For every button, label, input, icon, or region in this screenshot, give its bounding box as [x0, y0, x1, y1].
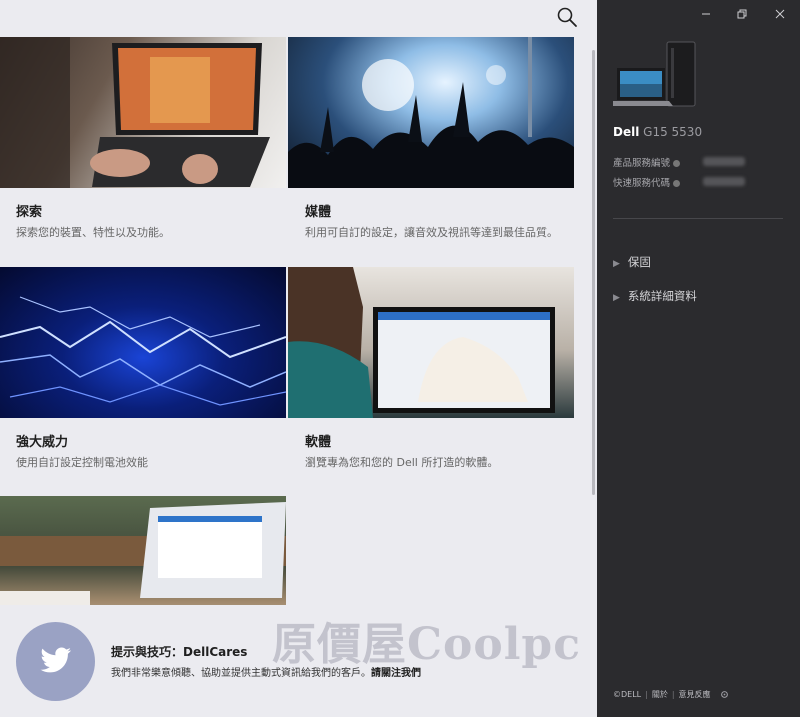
tips-title: 提示與技巧：DellCares — [111, 645, 248, 659]
card-title: 強大威力 — [16, 435, 69, 450]
twitter-button[interactable] — [16, 622, 95, 701]
card-title: 探索 — [16, 205, 43, 220]
watermark: 原價屋Coolpc — [272, 619, 581, 670]
sidebar-item-warranty[interactable]: ▶ 保固 — [613, 254, 651, 270]
tips-bar: 原價屋Coolpc 提示與技巧：DellCares 我們非常樂意傾聽、協助並提供… — [0, 605, 597, 717]
card-power[interactable]: 強大威力 使用自訂設定控制電池效能 — [0, 267, 286, 471]
sidebar-item-system-details[interactable]: ▶ 系統詳細資料 — [613, 288, 697, 304]
explore-image — [0, 37, 286, 188]
service-tag-row: 產品服務編號 — [613, 155, 681, 169]
sidebar-divider — [613, 218, 783, 219]
service-tag-label: 產品服務編號 — [613, 158, 671, 169]
card-description: 使用自訂設定控制電池效能 — [16, 456, 148, 469]
device-brand: Dell — [613, 125, 640, 139]
card-title: 媒體 — [305, 205, 332, 220]
restore-icon — [737, 9, 747, 19]
tips-description: 我們非常樂意傾聽、協助並提供主動式資訊給我們的客戶。 — [111, 668, 371, 679]
express-code-label: 快速服務代碼 — [613, 178, 671, 189]
device-sidebar: Dell G15 5530 產品服務編號 快速服務代碼 ▶ 保固 ▶ 系統詳細資料 … — [597, 0, 800, 717]
card-explore[interactable]: 探索 探索您的裝置、特性以及功能。 — [0, 37, 286, 241]
device-model: Dell G15 5530 — [613, 125, 702, 139]
card-media[interactable]: 媒體 利用可自訂的設定，讓音效及視訊等達到最佳品質。 — [288, 37, 574, 241]
search-button[interactable] — [556, 6, 578, 28]
close-icon — [775, 9, 785, 19]
software-image — [288, 267, 574, 418]
info-icon[interactable] — [673, 160, 681, 167]
gear-icon — [721, 691, 729, 698]
card-title: 軟體 — [305, 435, 332, 450]
main-scrollbar[interactable] — [592, 50, 595, 495]
chevron-right-icon: ▶ — [613, 259, 620, 269]
info-icon[interactable] — [673, 180, 681, 187]
minimize-icon — [702, 13, 710, 15]
copyright: ©DELL — [613, 690, 642, 699]
search-icon — [557, 7, 577, 27]
follow-us-link[interactable]: 請關注我們 — [371, 668, 421, 679]
device-model-number: G15 5530 — [643, 125, 703, 139]
chevron-right-icon: ▶ — [613, 293, 620, 303]
sidebar-item-label: 保固 — [627, 255, 651, 269]
card-description: 利用可自訂的設定，讓音效及視訊等達到最佳品質。 — [305, 226, 558, 239]
footer-separator: | — [645, 690, 648, 699]
media-image — [288, 37, 574, 188]
sidebar-footer: ©DELL | 關於 | 意見反應 — [613, 689, 729, 700]
twitter-icon — [40, 647, 72, 673]
about-link[interactable]: 關於 — [652, 690, 668, 699]
tips-text: 我們非常樂意傾聽、協助並提供主動式資訊給我們的客戶。請關注我們 — [111, 664, 421, 679]
sidebar-item-label: 系統詳細資料 — [627, 289, 697, 303]
restore-button[interactable] — [734, 6, 750, 22]
footer-separator: | — [671, 690, 675, 699]
express-code-row: 快速服務代碼 — [613, 175, 681, 189]
feedback-link[interactable]: 意見反應 — [679, 690, 711, 699]
settings-button[interactable] — [720, 690, 729, 699]
card-description: 瀏覽專為您和您的 Dell 所打造的軟體。 — [305, 456, 499, 469]
card-software[interactable]: 軟體 瀏覽專為您和您的 Dell 所打造的軟體。 — [288, 267, 574, 471]
device-image — [611, 40, 699, 110]
close-button[interactable] — [772, 6, 788, 22]
service-tag-value-redacted — [703, 157, 745, 166]
minimize-button[interactable] — [698, 6, 714, 22]
power-image — [0, 267, 286, 418]
express-code-value-redacted — [703, 177, 745, 186]
card-description: 探索您的裝置、特性以及功能。 — [16, 226, 170, 239]
